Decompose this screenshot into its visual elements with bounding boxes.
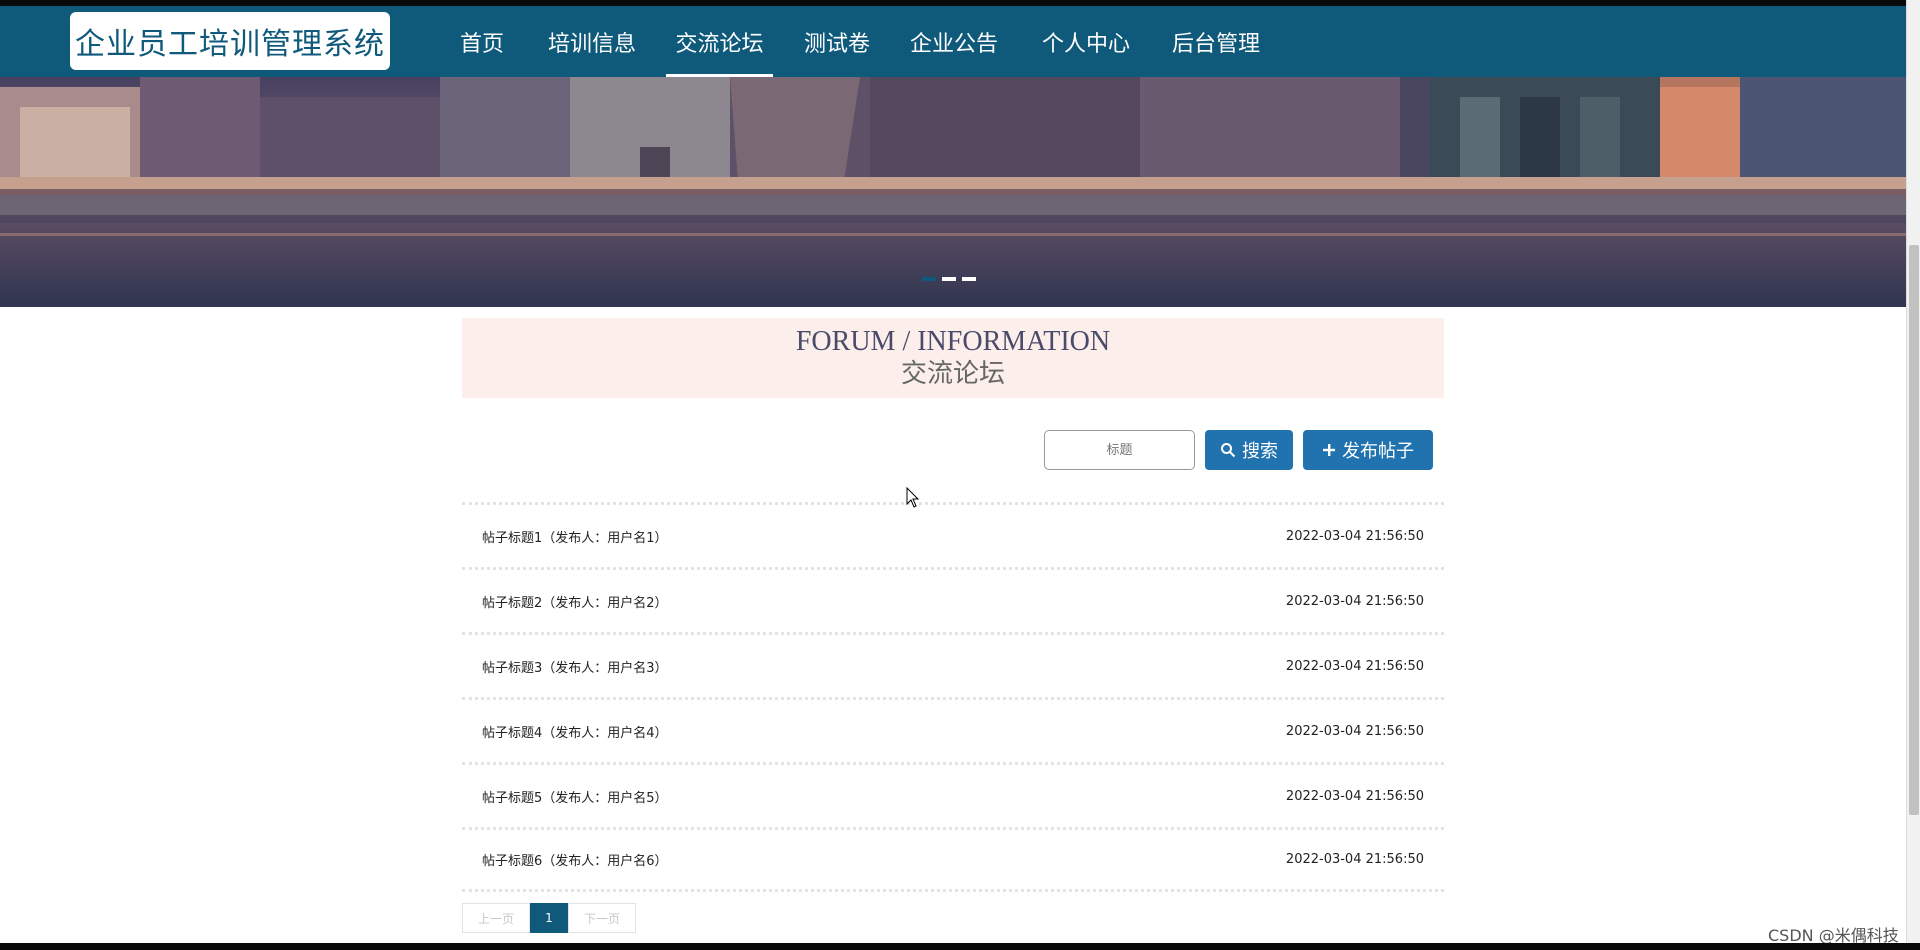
nav-item-profile[interactable]: 个人中心	[1036, 6, 1136, 77]
post-title[interactable]: 帖子标题3（发布人：用户名3）	[482, 657, 668, 676]
prev-page-button[interactable]: 上一页	[462, 903, 530, 933]
post-time: 2022-03-04 21:56:50	[1285, 788, 1424, 804]
next-page-button[interactable]: 下一页	[568, 903, 636, 933]
carousel-dot-2[interactable]	[942, 277, 956, 281]
post-row[interactable]: 帖子标题6（发布人：用户名6） 2022-03-04 21:56:50	[462, 827, 1444, 892]
post-list: 帖子标题1（发布人：用户名1） 2022-03-04 21:56:50 帖子标题…	[462, 502, 1444, 892]
carousel-dot-1[interactable]	[922, 277, 936, 281]
nav-item-training[interactable]: 培训信息	[540, 6, 644, 77]
site-title[interactable]: 企业员工培训管理系统	[70, 12, 390, 70]
page-1-button[interactable]: 1	[530, 903, 568, 933]
nav-item-test[interactable]: 测试卷	[796, 6, 878, 77]
search-button[interactable]: 搜索	[1205, 430, 1293, 470]
nav-item-home[interactable]: 首页	[452, 6, 512, 77]
section-title-en: FORUM / INFORMATION	[795, 326, 1111, 357]
post-title[interactable]: 帖子标题1（发布人：用户名1）	[482, 527, 668, 546]
post-title[interactable]: 帖子标题5（发布人：用户名5）	[482, 787, 668, 806]
post-time: 2022-03-04 21:56:50	[1285, 593, 1424, 609]
city-bridge-image	[0, 77, 1906, 307]
new-post-button[interactable]: 发布帖子	[1303, 430, 1433, 470]
post-row[interactable]: 帖子标题4（发布人：用户名4） 2022-03-04 21:56:50	[462, 697, 1444, 762]
carousel-indicators	[922, 277, 976, 281]
post-time: 2022-03-04 21:56:50	[1285, 528, 1424, 544]
post-title[interactable]: 帖子标题6（发布人：用户名6）	[482, 850, 668, 869]
post-time: 2022-03-04 21:56:50	[1285, 852, 1424, 867]
scrollbar-thumb[interactable]	[1909, 245, 1919, 815]
search-button-label: 搜索	[1242, 441, 1278, 462]
section-title-cn: 交流论坛	[900, 359, 1005, 389]
nav-item-admin[interactable]: 后台管理	[1166, 6, 1266, 77]
post-row[interactable]: 帖子标题1（发布人：用户名1） 2022-03-04 21:56:50	[462, 502, 1444, 567]
top-navbar: 企业员工培训管理系统 首页 培训信息 交流论坛 测试卷 企业公告 个人中心 后台…	[0, 6, 1906, 77]
post-time: 2022-03-04 21:56:50	[1285, 723, 1424, 739]
window-bottom-edge	[0, 943, 1920, 950]
post-title[interactable]: 帖子标题2（发布人：用户名2）	[482, 592, 668, 611]
hero-banner	[0, 77, 1906, 307]
post-row[interactable]: 帖子标题5（发布人：用户名5） 2022-03-04 21:56:50	[462, 762, 1444, 827]
mouse-cursor-icon	[906, 487, 920, 508]
plus-icon	[1323, 444, 1335, 456]
search-icon	[1221, 443, 1236, 458]
pagination: 上一页 1 下一页	[462, 903, 636, 933]
nav-item-notice[interactable]: 企业公告	[906, 6, 1002, 77]
title-search-input[interactable]	[1044, 430, 1195, 470]
post-time: 2022-03-04 21:56:50	[1285, 658, 1424, 674]
new-post-button-label: 发布帖子	[1342, 441, 1414, 462]
page-scrollbar[interactable]	[1906, 0, 1920, 950]
nav-item-forum[interactable]: 交流论坛	[666, 6, 773, 77]
post-row[interactable]: 帖子标题3（发布人：用户名3） 2022-03-04 21:56:50	[462, 632, 1444, 697]
post-row[interactable]: 帖子标题2（发布人：用户名2） 2022-03-04 21:56:50	[462, 567, 1444, 632]
section-header: FORUM / INFORMATION 交流论坛	[462, 318, 1444, 398]
post-title[interactable]: 帖子标题4（发布人：用户名4）	[482, 722, 668, 741]
carousel-dot-3[interactable]	[962, 277, 976, 281]
